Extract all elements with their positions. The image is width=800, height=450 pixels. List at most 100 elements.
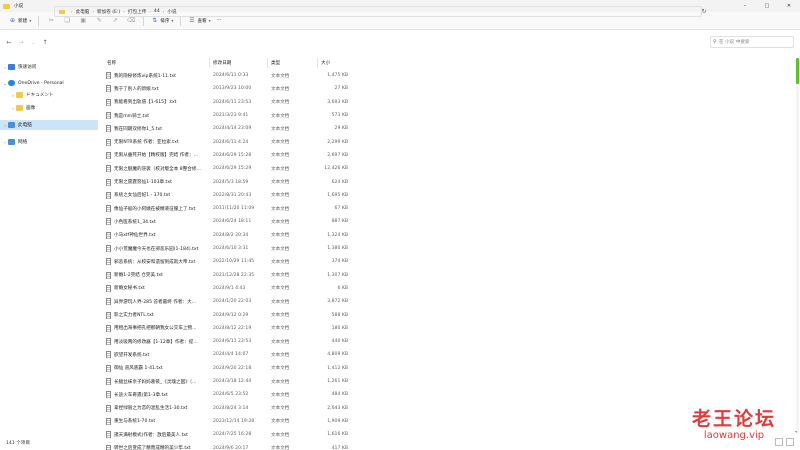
scrollbar-thumb[interactable]: [796, 58, 799, 84]
watermark-text: 老王论坛: [692, 408, 777, 430]
file-name-cell: 欲望开发系统.txt: [106, 348, 210, 361]
file-row[interactable]: 影之实力者NTL.txt 2024/9/12 0:29 文本文档 588 KB: [100, 308, 360, 321]
breadcrumb-drive[interactable]: 新加卷 (E:): [97, 9, 120, 15]
file-name: 用淡吸两的修改器【1-12章】作者：提...: [114, 339, 198, 345]
breadcrumb-44[interactable]: 44: [154, 9, 160, 14]
column-header-type[interactable]: 类型: [268, 58, 318, 68]
details-view-icon[interactable]: [775, 438, 783, 446]
file-date: 2013/9/23 10:00: [213, 86, 252, 92]
file-date: 2024/9/12 0:29: [213, 312, 249, 318]
file-row[interactable]: 我是mm骑士.txt 2021/3/23 9:41 文本文档 573 KB: [100, 109, 360, 122]
file-row[interactable]: 无限NTR系统 作者：亚拉索.txt 2024/6/11 4:24 文本文档 2,29…: [100, 136, 360, 149]
column-header-name[interactable]: 名称: [104, 58, 210, 68]
file-row[interactable]: 我于了别人的新娘.txt 2013/9/23 10:00 文本文档 27 KB: [100, 82, 360, 95]
file-type: 文本文档: [271, 100, 290, 106]
file-row[interactable]: 无限之魅魔的逆袭（校对版全本 8整合修... 2024/6/29 15:29 文本文…: [100, 162, 360, 175]
file-name: 无限从垂死开始【精校版】完结 作者：...: [114, 153, 198, 159]
back-arrow-icon[interactable]: ←: [3, 39, 15, 46]
file-date: 2024/9/1 4:43: [213, 285, 246, 291]
file-date: 2024/8/24 3:14: [213, 405, 249, 411]
view-icon: ☰: [189, 17, 195, 24]
network-icon: [8, 139, 15, 145]
text-file-icon: [106, 338, 111, 346]
file-name-cell: 我于了别人的新娘.txt: [106, 82, 210, 95]
column-header-date[interactable]: 修改日期: [210, 58, 268, 68]
file-row[interactable]: 无限从垂死开始【精校版】完结 作者：... 2024/6/29 15:28 文本文档…: [100, 149, 360, 162]
file-row[interactable]: 小色医系统1_34.txt 2024/6/24 18:11 文本文档 887 KB: [100, 215, 360, 228]
file-row[interactable]: 我的隐秘修炼vip系统1-11.txt 2024/6/11 0:33 文本文档 1,4…: [100, 69, 360, 82]
scroll-down-icon[interactable]: ▾: [795, 429, 797, 434]
file-row[interactable]: 小马xtf神仙世界.txt 2024/8/2 20:34 文本文档 1,324 KB: [100, 229, 360, 242]
file-name-cell: 无限之雷霆怒仙1-103章.txt: [106, 175, 210, 188]
recent-chevron-icon[interactable]: ⌄: [27, 40, 39, 45]
sidebar-item-label: 快速访问: [18, 65, 37, 70]
file-list: 名称 修改日期 类型 大小 我的隐秘修炼vip系统1-11.txt 2024/6/…: [100, 58, 790, 450]
up-arrow-icon[interactable]: ↑: [39, 39, 51, 46]
breadcrumb-upload[interactable]: 打包上传: [128, 9, 146, 15]
file-row[interactable]: 异界游玩人界-285 答者最终 作者：大... 2024/1/20 22:03 文本…: [100, 295, 360, 308]
file-size: 180 KB: [331, 325, 348, 331]
vertical-scrollbar[interactable]: ▾: [795, 58, 799, 434]
file-row[interactable]: 新婚女秘书.txt 2024/9/1 4:43 文本文档 6 KB: [100, 282, 360, 295]
sidebar-item-documents[interactable]: › ドキュメント: [0, 90, 98, 100]
file-type: 文本文档: [271, 273, 290, 279]
file-row[interactable]: 拿捏绿丽之为恋的混乱生活1-30.txt 2024/8/24 3:14 文本文档 2,…: [100, 402, 360, 415]
sidebar-item-pictures[interactable]: › 画像: [0, 103, 98, 113]
navigation-bar: ← → ⌄ ↑: [0, 30, 800, 54]
search-input[interactable]: ⚲ 在 小说 中搜索: [710, 36, 794, 48]
file-date: 2024/6/5 23:52: [213, 392, 249, 398]
sidebar-item-onedrive[interactable]: ⌄ OneDrive - Personal: [0, 78, 98, 88]
file-size: 1,261 KB: [327, 379, 348, 385]
tiles-view-icon[interactable]: [786, 438, 794, 446]
sidebar-item-this-pc[interactable]: › 此电脑: [0, 120, 98, 130]
file-size: 2,697 KB: [327, 152, 348, 158]
file-row[interactable]: 重生与系统1-70.txt 2023/12/14 19:28 文本文档 1,909 K…: [100, 415, 360, 428]
file-date: 2024/4/4 14:07: [213, 352, 249, 358]
file-row[interactable]: 御仙 道风底霸 1-41.txt 2024/9/20 22:18 文本文档 1,412…: [100, 362, 360, 375]
file-size: 2,299 KB: [327, 139, 348, 145]
file-name: 无限之魅魔的逆袭（校对版全本 8整合修...: [114, 166, 201, 172]
column-header-size[interactable]: 大小: [318, 58, 354, 68]
address-bar[interactable]: › 此电脑 › 新加卷 (E:) › 打包上传 › 44 › 小说: [54, 6, 702, 17]
file-type: 文本文档: [271, 193, 290, 199]
sidebar-item-quick-access[interactable]: › 快速访问: [0, 62, 98, 72]
file-type: 文本文档: [271, 259, 290, 265]
forward-arrow-icon[interactable]: →: [15, 39, 27, 46]
file-row[interactable]: 新婚1-2完结 仓完美.txt 2021/12/28 22:35 文本文档 1,307…: [100, 269, 360, 282]
text-file-icon: [106, 404, 111, 412]
file-type: 文本文档: [271, 206, 290, 212]
file-type: 文本文档: [271, 326, 290, 332]
file-name: 我在同期双修你1_5.txt: [114, 126, 163, 132]
view-label: 查看: [197, 18, 207, 24]
file-row[interactable]: 长腿丝袜亲子妈妈葛筱_《灵魂之国》（... 2024/3/18 12:44 文本文档…: [100, 375, 360, 388]
file-row[interactable]: 系统之女仙后妃1 - 370.txt 2022/8/31 20:43 文本文档 1,6…: [100, 189, 360, 202]
file-row[interactable]: 我能看到出轨值【1-615】.txt 2024/6/11 23:53 文本文档 3,6…: [100, 96, 360, 109]
view-toggle: [775, 438, 794, 446]
file-row[interactable]: 像仙子般的小阿姨在被精液征服上了.txt 2011/11/20 11:09 文本文档…: [100, 202, 360, 215]
file-name: 御仙 道风底霸 1-41.txt: [114, 366, 163, 372]
file-row[interactable]: 邪恶系统：从校安和遗留到成就大帝.txt 2022/10/29 11:45 文本文档…: [100, 255, 360, 268]
file-row[interactable]: 小小荒魔魔今天也在邪恶乐园(1-184).txt 2024/6/10 3:31 文本…: [100, 242, 360, 255]
text-file-icon: [106, 98, 111, 106]
file-size: 27 KB: [334, 86, 348, 92]
breadcrumb-novels[interactable]: 小说: [167, 9, 176, 15]
breadcrumb-this-pc[interactable]: 此电脑: [76, 9, 90, 15]
file-row[interactable]: 长途火车奇遇(第1-3章.txt 2024/6/5 23:52 文本文档 484 KB: [100, 388, 360, 401]
sidebar-item-network[interactable]: › 网络: [0, 137, 98, 147]
file-name: 我的隐秘修炼vip系统1-11.txt: [114, 73, 176, 79]
column-label: 名称: [107, 61, 117, 66]
file-row[interactable]: 无限之雷霆怒仙1-103章.txt 2024/5/3 18:59 文本文档 624 K…: [100, 175, 360, 188]
file-name: 拿捏绿丽之为恋的混乱生活1-30.txt: [114, 406, 188, 412]
file-type: 文本文档: [271, 180, 290, 186]
file-size: 3,693 KB: [327, 99, 348, 105]
close-button[interactable]: ✕: [778, 0, 800, 12]
minimize-button[interactable]: –: [734, 0, 756, 12]
file-date: 2024/6/11 4:24: [213, 139, 249, 145]
file-row[interactable]: 欲望开发系统.txt 2024/4/4 14:07 文本文档 4,809 KB: [100, 348, 360, 361]
file-row[interactable]: 我在同期双修你1_5.txt 2024/4/14 23:09 文本文档 29 KB: [100, 122, 360, 135]
maximize-button[interactable]: □: [756, 0, 778, 12]
file-row[interactable]: 用租出海事把孔把那朝我女公交车上物... 2024/8/12 22:19 文本文档 1…: [100, 322, 360, 335]
refresh-icon[interactable]: ↻: [699, 6, 709, 17]
new-button[interactable]: ⊕ 新建 ▾: [6, 15, 34, 27]
file-row[interactable]: 用淡吸两的修改器【1-12章】作者：提... 2024/6/11 23:53 文本文…: [100, 335, 360, 348]
